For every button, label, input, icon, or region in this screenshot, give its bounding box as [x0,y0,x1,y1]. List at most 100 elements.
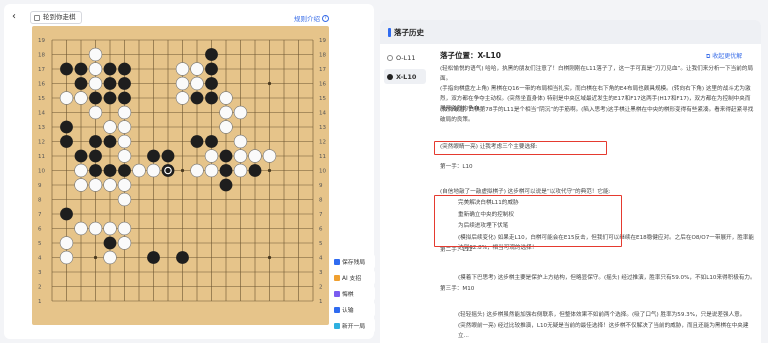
black-stone[interactable] [60,62,73,76]
side-button-column: 保存残局 AI 支招 悔棋 认输 新开一局 [331,254,375,334]
history-header: 落子历史 [380,20,761,44]
white-stone[interactable] [117,105,132,120]
white-stone[interactable] [103,221,117,236]
side-button-1[interactable]: AI 支招 [331,270,375,285]
black-stone[interactable] [147,251,160,264]
back-arrow-icon[interactable]: ‹ [12,11,16,23]
black-stone[interactable] [103,236,117,250]
black-stone[interactable] [74,149,88,163]
white-stone[interactable] [117,236,132,250]
white-stone[interactable] [88,76,103,91]
black-stone[interactable] [118,77,131,90]
black-stone[interactable] [89,149,102,163]
black-stone[interactable] [74,77,88,90]
black-stone[interactable] [89,164,102,177]
black-stone[interactable] [74,62,88,76]
black-stone[interactable] [147,149,160,163]
black-stone[interactable] [190,135,204,148]
white-stone[interactable] [88,221,103,236]
black-stone[interactable] [248,164,262,177]
side-button-0[interactable]: 保存残局 [331,254,375,269]
white-stone[interactable] [103,120,117,134]
white-stone[interactable] [146,163,161,178]
white-stone[interactable] [74,91,88,105]
black-stone[interactable] [60,135,73,148]
white-stone[interactable] [175,62,190,76]
white-stone[interactable] [175,76,190,91]
white-stone[interactable] [175,91,190,105]
white-stone[interactable] [74,163,88,178]
white-stone[interactable] [88,47,103,62]
white-stone[interactable] [190,62,204,76]
row-label: 3 [319,270,323,276]
black-stone[interactable] [205,48,218,61]
black-stone[interactable] [103,135,117,148]
black-stone[interactable] [205,135,218,148]
analysis-content: 落子位置：X-L10 ⧉ 收起更优解 (轻松愉悦的语气) 哈哈，执黑的朋友们注意… [434,44,760,343]
black-stone[interactable] [89,135,102,148]
black-stone[interactable] [103,77,117,90]
white-stone[interactable] [219,105,233,120]
row-label: 6 [319,227,323,233]
row-label: 8 [38,198,42,204]
rules-link[interactable]: 规则介绍 ? [294,13,329,23]
black-stone[interactable] [60,120,73,134]
black-stone[interactable] [219,149,233,163]
side-button-4[interactable]: 新开一局 [331,318,375,333]
white-stone[interactable] [248,149,262,163]
black-stone[interactable] [219,164,233,177]
go-board[interactable]: 19 19 18 18 17 17 16 16 15 15 14 14 13 13 12 12 11 11 10 10… [32,26,329,325]
black-stone[interactable] [161,149,175,163]
black-stone[interactable] [205,62,218,76]
black-stone[interactable] [103,164,117,177]
black-stone[interactable] [60,207,73,221]
move-item[interactable]: X-L10 [384,69,426,84]
white-stone[interactable] [262,149,277,163]
collapse-link[interactable]: ⧉ 收起更优解 [706,51,742,61]
white-stone[interactable] [233,134,248,149]
white-stone[interactable] [190,76,204,91]
white-stone[interactable] [59,250,74,265]
white-stone[interactable] [117,221,132,236]
move-item[interactable]: O-L11 [384,50,426,65]
white-stone[interactable] [59,91,74,105]
black-stone[interactable] [103,91,117,105]
white-stone[interactable] [74,178,88,192]
black-stone[interactable] [205,91,218,105]
white-stone[interactable] [117,134,132,149]
white-stone[interactable] [88,62,103,76]
white-stone[interactable] [88,178,103,192]
black-stone[interactable] [219,178,233,192]
white-stone[interactable] [132,163,146,178]
white-stone[interactable] [204,163,219,178]
black-stone[interactable] [205,77,218,90]
white-stone[interactable] [219,120,233,134]
white-stone[interactable] [233,105,248,120]
white-stone[interactable] [117,192,132,207]
white-stone[interactable] [88,105,103,120]
side-button-3[interactable]: 认输 [331,302,375,317]
side-button-2[interactable]: 悔棋 [331,286,375,301]
white-stone[interactable] [117,149,132,163]
white-stone[interactable] [117,178,132,192]
checkbox-icon [34,14,40,21]
black-stone[interactable] [118,164,131,177]
white-stone[interactable] [59,236,74,250]
black-stone[interactable] [118,91,131,105]
black-stone[interactable] [118,62,131,76]
white-stone[interactable] [219,91,233,105]
white-stone[interactable] [74,221,88,236]
white-stone[interactable] [103,250,117,265]
white-stone[interactable] [190,163,204,178]
black-stone[interactable] [103,62,117,76]
white-stone[interactable] [233,149,248,163]
black-stone[interactable] [89,91,102,105]
black-stone[interactable] [176,251,189,264]
white-stone[interactable] [103,178,117,192]
white-stone[interactable] [117,120,132,134]
row-label: 2 [319,285,323,291]
white-stone[interactable] [233,163,248,178]
white-stone[interactable] [204,149,219,163]
go-board-svg[interactable]: 19 1918 1817 1716 1615 1514 1413 1312 1211 1110 10… [32,26,329,325]
black-stone[interactable] [190,91,204,105]
